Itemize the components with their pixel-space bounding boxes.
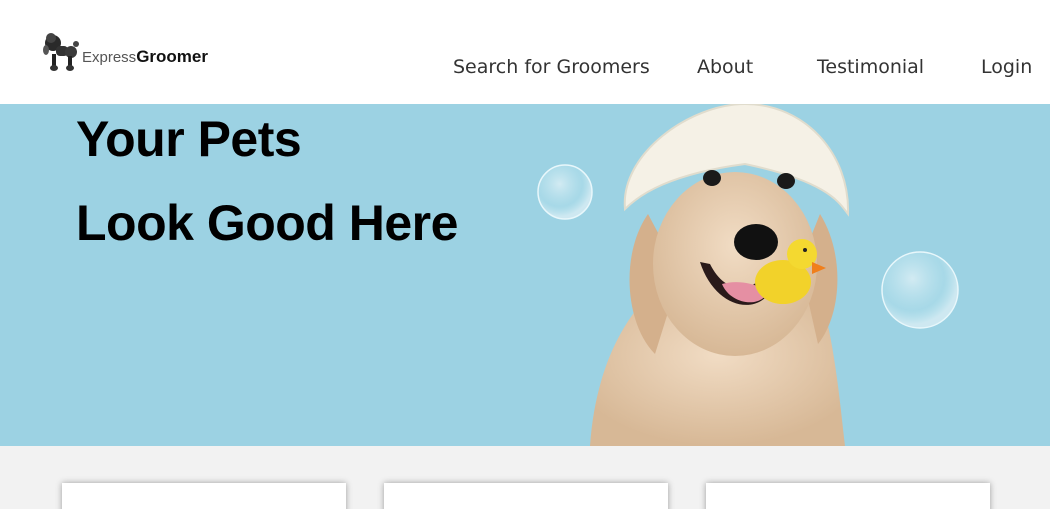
site-header: ExpressGroomer Search for Groomers About… — [0, 0, 1050, 104]
dog-eye-right — [777, 173, 795, 189]
dog-nose — [734, 224, 778, 260]
nav-about[interactable]: About — [697, 56, 753, 78]
feature-card-1 — [62, 483, 346, 509]
dog-eye-left — [703, 170, 721, 186]
duck-eye — [803, 248, 807, 252]
nav-testimonial[interactable]: Testimonial — [817, 56, 924, 78]
nav-login[interactable]: Login — [981, 56, 1032, 78]
main-nav: Search for Groomers About Testimonial Lo… — [0, 56, 1050, 80]
hero-title-line1: Your Pets — [76, 111, 302, 167]
bubble-left — [537, 164, 593, 220]
feature-card-3 — [706, 483, 990, 509]
feature-card-2 — [384, 483, 668, 509]
bubble-right — [881, 251, 959, 329]
hero-title-line2: Look Good Here — [76, 195, 458, 251]
nav-search-groomers[interactable]: Search for Groomers — [453, 56, 650, 78]
hero-banner: Your Pets Look Good Here — [0, 104, 1050, 446]
features-section — [0, 446, 1050, 509]
